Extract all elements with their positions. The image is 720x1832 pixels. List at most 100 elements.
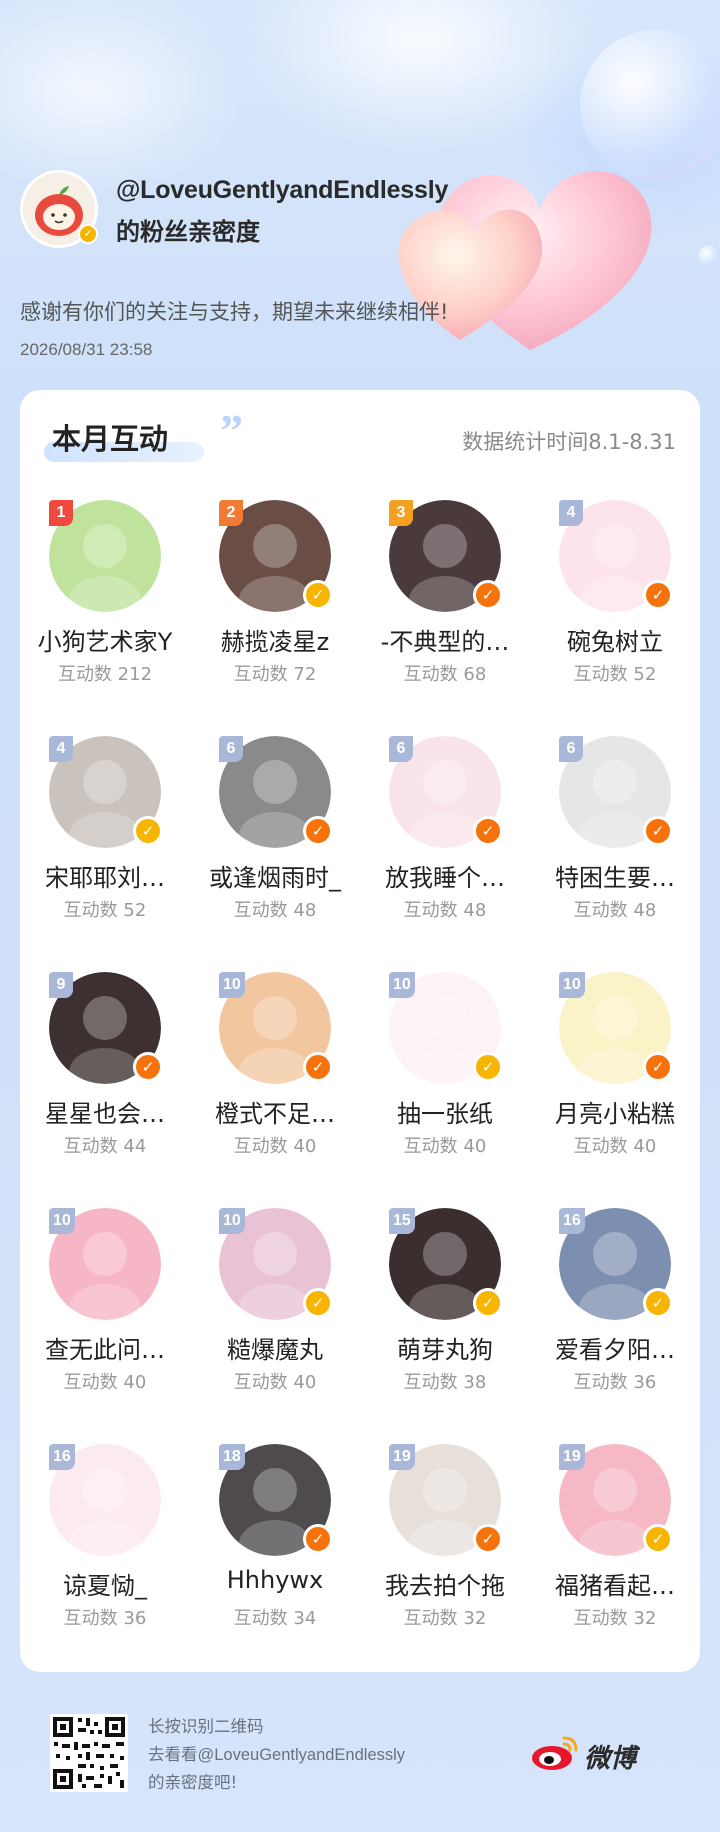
interaction-card: 本月互动 ” 数据统计时间8.1-8.31 1 小狗艺术家Y 互动数 212 2 ✓ 赫揽…	[20, 390, 700, 1672]
fan-name[interactable]: 糙爆魔丸	[190, 1330, 360, 1365]
rank-badge: 2	[219, 500, 243, 526]
fan-item[interactable]: 6 ✓ 放我睡个… 互动数 48	[360, 736, 530, 936]
fan-item[interactable]: 3 ✓ -不典型的… 互动数 68	[360, 500, 530, 700]
rank-badge: 10	[219, 1208, 245, 1234]
fan-name[interactable]: 碗兔树立	[530, 622, 700, 657]
fan-avatar-container[interactable]: 10 ✓	[219, 1208, 333, 1320]
fan-item[interactable]: 9 ✓ 星星也会… 互动数 44	[20, 972, 190, 1172]
interaction-count: 互动数 40	[403, 1136, 487, 1157]
fan-avatar-container[interactable]: 18 ✓	[219, 1444, 333, 1556]
interaction-count: 互动数 68	[403, 664, 487, 685]
fan-item[interactable]: 10 ✓ 月亮小粘糕 互动数 40	[530, 972, 700, 1172]
fan-name[interactable]: 赫揽凌星z	[190, 622, 360, 657]
fan-name[interactable]: 月亮小粘糕	[530, 1094, 700, 1129]
verified-badge-icon: ✓	[473, 816, 503, 846]
fan-name[interactable]: 查无此问…	[20, 1330, 190, 1365]
quote-mark-icon: ”	[220, 405, 243, 456]
fan-item[interactable]: 10 ✓ 橙式不足… 互动数 40	[190, 972, 360, 1172]
verified-badge-icon: ✓	[643, 580, 673, 610]
fan-avatar-container[interactable]: 15 ✓	[389, 1208, 503, 1320]
fan-name[interactable]: Hhhywx	[190, 1566, 360, 1594]
fan-avatar-container[interactable]: 10	[49, 1208, 161, 1320]
interaction-count: 互动数 32	[403, 1608, 487, 1629]
fan-item[interactable]: 10 ✓ 抽一张纸互动数 40	[360, 972, 530, 1172]
interaction-count: 互动数 48	[403, 900, 487, 921]
rank-badge: 16	[49, 1444, 75, 1470]
fan-avatar-container[interactable]: 16	[49, 1444, 161, 1556]
fan-name[interactable]: 橙式不足…	[190, 1094, 360, 1129]
profile-subtitle: 的粉丝亲密度	[116, 218, 260, 246]
fan-item[interactable]: 16 谅夏恸_ 互动数 36	[20, 1444, 190, 1644]
fan-avatar-container[interactable]: 2 ✓	[219, 500, 333, 612]
fan-item[interactable]: 6 ✓ 特困生要… 互动数 48	[530, 736, 700, 936]
verified-badge-icon: ✓	[303, 816, 333, 846]
verified-badge-icon: ✓	[133, 1052, 163, 1082]
fan-avatar-container[interactable]: 19 ✓	[389, 1444, 503, 1556]
fan-name[interactable]: 或逢烟雨时_	[190, 858, 360, 893]
verified-badge-icon: ✓	[473, 1288, 503, 1318]
fan-avatar-container[interactable]: 1	[49, 500, 161, 612]
fan-avatar-container[interactable]: 10 ✓	[389, 972, 503, 1084]
rank-badge: 15	[389, 1208, 415, 1234]
rank-badge: 18	[219, 1444, 245, 1470]
fan-item[interactable]: 2 ✓ 赫揽凌星z 互动数 72	[190, 500, 360, 700]
fan-name[interactable]: 特困生要…	[530, 858, 700, 893]
fan-name[interactable]: 抽一张纸	[360, 1094, 530, 1129]
interaction-count: 互动数 48	[573, 900, 657, 921]
rank-badge: 9	[49, 972, 73, 998]
fan-avatar-container[interactable]: 16 ✓	[559, 1208, 673, 1320]
fan-item[interactable]: 4 ✓ 宋耶耶刘… 互动数 52	[20, 736, 190, 936]
fan-item[interactable]: 15 ✓ 萌芽丸狗 互动数 38	[360, 1208, 530, 1408]
fan-item[interactable]: 10 查无此问… 互动数 40	[20, 1208, 190, 1408]
fan-avatar-container[interactable]: 6 ✓	[389, 736, 503, 848]
fan-name[interactable]: 宋耶耶刘…	[20, 858, 190, 893]
fan-name[interactable]: 爱看夕阳…	[530, 1330, 700, 1365]
verified-badge-icon: ✓	[133, 816, 163, 846]
thanks-message: 感谢有你们的关注与支持，期望未来继续相伴!	[20, 300, 449, 324]
rank-badge: 10	[559, 972, 585, 998]
qr-code-icon[interactable]	[50, 1714, 128, 1792]
fan-avatar-container[interactable]: 4 ✓	[559, 500, 673, 612]
fan-item[interactable]: 10 ✓ 糙爆魔丸 互动数 40	[190, 1208, 360, 1408]
verified-badge-icon: ✓	[473, 1052, 503, 1082]
fan-avatar-container[interactable]: 10 ✓	[559, 972, 673, 1084]
verified-badge-icon: ✓	[643, 1052, 673, 1082]
fan-avatar-container[interactable]: 10 ✓	[219, 972, 333, 1084]
fan-name[interactable]: 星星也会…	[20, 1094, 190, 1129]
footer-line-1: 长按识别二维码	[148, 1717, 264, 1736]
fan-item[interactable]: 16 ✓ 爱看夕阳… 互动数 36	[530, 1208, 700, 1408]
fan-avatar-container[interactable]: 9 ✓	[49, 972, 163, 1084]
fan-avatar-container[interactable]: 3 ✓	[389, 500, 503, 612]
fan-name[interactable]: 萌芽丸狗	[360, 1330, 530, 1365]
fan-item[interactable]: 4 ✓ 碗兔树立 互动数 52	[530, 500, 700, 700]
fan-name[interactable]: 福猪看起…	[530, 1566, 700, 1601]
fan-item[interactable]: 19 ✓ 福猪看起… 互动数 32	[530, 1444, 700, 1644]
fan-item[interactable]: 1 小狗艺术家Y 互动数 212	[20, 500, 190, 700]
rank-badge: 6	[219, 736, 243, 762]
fan-item[interactable]: 19 ✓ 我去拍个拖互动数 32	[360, 1444, 530, 1644]
fan-avatar-container[interactable]: 6 ✓	[559, 736, 673, 848]
interaction-count: 互动数 72	[233, 664, 317, 685]
fan-avatar-container[interactable]: 4 ✓	[49, 736, 163, 848]
fan-name[interactable]: -不典型的…	[360, 622, 530, 657]
fan-item[interactable]: 6 ✓ 或逢烟雨时_ 互动数 48	[190, 736, 360, 936]
fan-name[interactable]: 我去拍个拖	[360, 1566, 530, 1601]
interaction-count: 互动数 44	[63, 1136, 147, 1157]
fan-avatar-container[interactable]: 6 ✓	[219, 736, 333, 848]
decorative-bubble	[698, 245, 720, 267]
profile-username[interactable]: @LoveuGentlyandEndlessly	[116, 176, 448, 205]
verified-badge-icon: ✓	[303, 580, 333, 610]
timestamp: 2026/08/31 23:58	[20, 340, 153, 359]
fan-item[interactable]: 18 ✓ Hhhywx 互动数 34	[190, 1444, 360, 1644]
heart-decoration	[398, 170, 652, 350]
fan-avatar-container[interactable]: 19 ✓	[559, 1444, 673, 1556]
fan-name[interactable]: 放我睡个…	[360, 858, 530, 893]
fan-name[interactable]: 谅夏恸_	[20, 1566, 190, 1601]
verified-badge-icon: ✓	[643, 816, 673, 846]
footer-line-2: 去看看@LoveuGentlyandEndlessly	[148, 1746, 406, 1764]
rank-badge: 10	[49, 1208, 75, 1234]
weibo-logo-icon[interactable]	[528, 1732, 582, 1772]
fan-name[interactable]: 小狗艺术家Y	[20, 622, 190, 657]
rank-badge: 4	[559, 500, 583, 526]
rank-badge: 10	[219, 972, 245, 998]
